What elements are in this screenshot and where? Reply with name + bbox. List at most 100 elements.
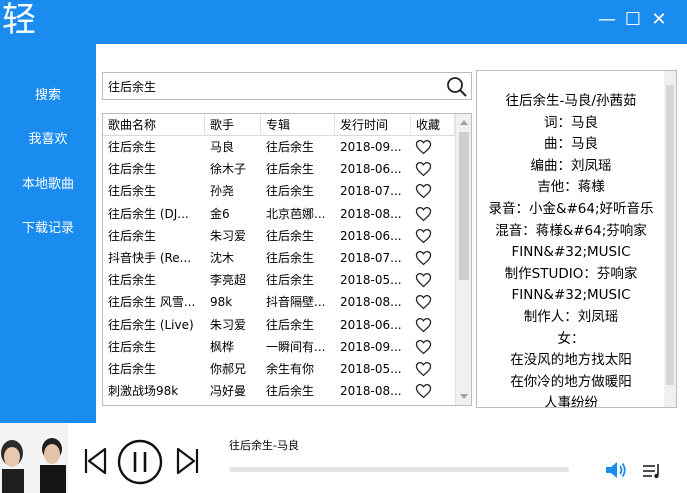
cell-album: 往后余生 [266, 184, 315, 199]
sidebar-item-local-songs[interactable]: 本地歌曲 [0, 170, 96, 200]
lyric-line: 在你冷的地方做暖阳 [510, 373, 632, 390]
cell-artist: 枫桦 [210, 339, 235, 354]
cell-album: 往后余生 [266, 162, 315, 177]
next-track-button[interactable] [175, 447, 201, 475]
lyric-line: 制作STUDIO：芬响家 [504, 265, 638, 282]
sidebar-item-favorites[interactable]: 我喜欢 [0, 125, 96, 155]
cell-release-date: 2018-09... [340, 140, 402, 154]
table-row[interactable]: 往后余生 (Live) 朱习爱 往后余生 2018-06... [103, 314, 455, 336]
column-header-album[interactable]: 专辑 [261, 114, 335, 136]
table-row[interactable]: 往后余生 孙尧 往后余生 2018-07... [103, 180, 455, 202]
favorite-heart-icon[interactable] [415, 183, 432, 199]
favorite-heart-icon[interactable] [415, 228, 432, 244]
favorite-heart-icon[interactable] [415, 339, 432, 355]
cell-album: 往后余生 [266, 384, 315, 399]
sidebar-item-downloads[interactable]: 下载记录 [0, 214, 96, 244]
scrollbar-thumb[interactable] [459, 132, 469, 280]
cell-release-date: 2018-08... [340, 384, 402, 399]
cell-artist: 沈木 [210, 250, 235, 265]
favorite-heart-icon[interactable] [415, 139, 432, 155]
title-bar: 轻 — ☐ ✕ [0, 0, 687, 44]
scroll-up-arrow-icon[interactable] [460, 120, 468, 125]
column-header-release-date[interactable]: 发行时间 [335, 114, 411, 136]
cell-title: 往后余生 [108, 184, 157, 199]
favorite-heart-icon[interactable] [415, 294, 432, 310]
table-scrollbar[interactable] [455, 114, 471, 405]
cell-release-date: 2018-06... [340, 317, 402, 332]
search-input[interactable] [108, 76, 438, 96]
cell-title: 往后余生 风雪... [108, 295, 196, 310]
lyrics-scrollbar[interactable] [664, 71, 676, 407]
close-button[interactable]: ✕ [649, 8, 669, 30]
table-row[interactable]: 往后余生 徐木子 往后余生 2018-06... [103, 158, 455, 180]
volume-icon[interactable] [604, 460, 628, 480]
cell-title: 抖音快手 (Re... [108, 250, 192, 265]
cell-artist: 你郝兄 [210, 361, 247, 376]
table-row[interactable]: 往后余生 朱习爱 往后余生 2018-06... [103, 225, 455, 247]
sidebar-item-search[interactable]: 搜索 [0, 81, 96, 111]
cell-album: 往后余生 [266, 317, 315, 332]
app-logo: 轻 [2, 0, 36, 40]
lyric-line: FINN&#32;MUSIC [511, 244, 631, 261]
column-header-artist[interactable]: 歌手 [205, 114, 261, 136]
player-bar: 往后余生-马良 [0, 423, 687, 493]
cell-release-date: 2018-06... [340, 162, 402, 177]
search-box [102, 72, 472, 100]
minimize-button[interactable]: — [597, 8, 617, 30]
cell-release-date: 2018-05... [340, 273, 402, 288]
cell-album: 余生有你 [266, 361, 315, 376]
cell-artist: 98k [210, 295, 233, 310]
cell-album: 北京芭娜... [266, 206, 326, 221]
favorite-heart-icon[interactable] [415, 272, 432, 288]
results-table: 歌曲名称 歌手 专辑 发行时间 收藏 往后余生 马良 往后余生 2018-09... 往… [102, 113, 472, 406]
cell-release-date: 2018-07... [340, 184, 402, 199]
table-row[interactable]: 往后余生 你郝兄 余生有你 2018-05... [103, 358, 455, 380]
favorite-heart-icon[interactable] [415, 361, 432, 377]
lyrics-scrollbar-thumb[interactable] [666, 85, 674, 385]
favorite-heart-icon[interactable] [415, 161, 432, 177]
album-art-image [0, 423, 68, 493]
lyric-line: 编曲：刘凤瑶 [530, 157, 612, 174]
cell-release-date: 2018-08... [340, 295, 402, 310]
lyric-line: 吉他：蒋様 [537, 179, 605, 196]
cell-release-date: 2018-07... [340, 250, 402, 265]
cell-artist: 朱习爱 [210, 317, 247, 332]
cell-title: 往后余生 (Live) [108, 317, 194, 332]
search-icon[interactable] [445, 75, 469, 99]
scroll-down-arrow-icon[interactable] [460, 394, 468, 399]
previous-track-button[interactable] [82, 447, 108, 475]
lyrics-text: 往后余生-马良/孙茜茹 词：马良 曲：马良 编曲：刘凤瑶 吉他：蒋様 录音：小金&#64;… [477, 91, 665, 407]
progress-bar[interactable] [229, 467, 569, 472]
table-row[interactable]: 往后余生 风雪... 98k 抖音隔壁... 2018-08... [103, 291, 455, 313]
favorite-heart-icon[interactable] [415, 206, 432, 222]
cell-artist: 朱习爱 [210, 228, 247, 243]
table-row[interactable]: 刺激战场98k 冯好曼 往后余生 2018-08... [103, 380, 455, 402]
playlist-icon[interactable] [642, 461, 662, 481]
column-header-title[interactable]: 歌曲名称 [103, 114, 205, 136]
cell-title: 往后余生 [108, 339, 157, 354]
cell-artist: 徐木子 [210, 162, 247, 177]
favorite-heart-icon[interactable] [415, 317, 432, 333]
maximize-button[interactable]: ☐ [623, 8, 643, 30]
album-art[interactable] [0, 423, 68, 493]
column-header-favorite[interactable]: 收藏 [411, 114, 455, 136]
lyric-line: 词：马良 [544, 114, 598, 131]
lyric-line: 女： [557, 330, 585, 347]
now-playing-title: 往后余生-马良 [229, 439, 299, 452]
table-row[interactable]: 往后余生 (DJ... 金6 北京芭娜... 2018-08... [103, 203, 455, 225]
cell-title: 刺激战场98k [108, 384, 179, 399]
cell-album: 往后余生 [266, 140, 315, 154]
table-row[interactable]: 往后余生 李亮超 往后余生 2018-05... [103, 269, 455, 291]
cell-release-date: 2018-06... [340, 228, 402, 243]
pause-button[interactable] [117, 439, 163, 485]
favorite-heart-icon[interactable] [415, 250, 432, 266]
table-header: 歌曲名称 歌手 专辑 发行时间 收藏 [103, 114, 455, 136]
table-row[interactable]: 往后余生 马良 往后余生 2018-09... [103, 136, 455, 158]
cell-title: 往后余生 [108, 162, 157, 177]
table-row[interactable]: 往后余生 枫桦 一瞬间有... 2018-09... [103, 336, 455, 358]
table-body: 往后余生 马良 往后余生 2018-09... 往后余生 徐木子 往后余生 2018-06..… [103, 136, 455, 402]
favorite-heart-icon[interactable] [415, 383, 432, 399]
sidebar: 搜索 我喜欢 本地歌曲 下载记录 [0, 44, 96, 423]
table-row[interactable]: 抖音快手 (Re... 沈木 往后余生 2018-07... [103, 247, 455, 269]
cell-artist: 孙尧 [210, 184, 235, 199]
